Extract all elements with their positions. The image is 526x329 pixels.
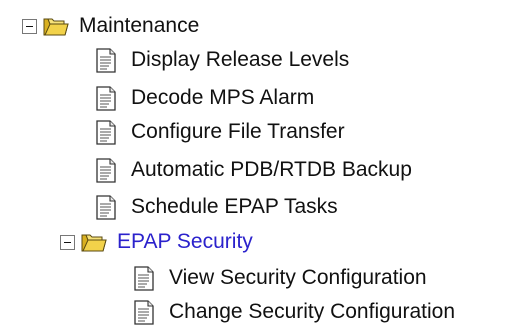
document-icon xyxy=(95,86,117,111)
tree-item-label: Schedule EPAP Tasks xyxy=(131,195,338,218)
tree-item-label: Display Release Levels xyxy=(131,48,350,71)
tree-node-label: Maintenance xyxy=(79,14,200,37)
tree-item-configure-file-transfer[interactable]: Configure File Transfer xyxy=(95,115,345,149)
tree-item-automatic-pdb-rtdb-backup[interactable]: Automatic PDB/RTDB Backup xyxy=(95,153,412,187)
document-icon xyxy=(95,158,117,183)
tree-item-schedule-epap-tasks[interactable]: Schedule EPAP Tasks xyxy=(95,190,338,224)
tree-item-decode-mps-alarm[interactable]: Decode MPS Alarm xyxy=(95,81,314,115)
tree-item-label: View Security Configuration xyxy=(169,266,427,289)
tree-node-maintenance[interactable]: Maintenance xyxy=(22,9,199,43)
tree-item-display-release-levels[interactable]: Display Release Levels xyxy=(95,43,349,77)
tree-item-label: Decode MPS Alarm xyxy=(131,86,315,109)
document-icon xyxy=(95,195,117,220)
tree-item-label: Automatic PDB/RTDB Backup xyxy=(131,158,412,181)
document-icon xyxy=(133,300,155,325)
collapse-toggle-icon[interactable] xyxy=(22,18,37,34)
menu-tree: Maintenance Display Release Levels Decod… xyxy=(0,0,526,329)
tree-node-label[interactable]: EPAP Security xyxy=(117,230,253,254)
tree-item-view-security-configuration[interactable]: View Security Configuration xyxy=(133,261,427,295)
document-icon xyxy=(95,120,117,145)
open-folder-icon xyxy=(81,231,107,253)
tree-item-change-security-configuration[interactable]: Change Security Configuration xyxy=(133,295,455,329)
tree-node-epap-security[interactable]: EPAP Security xyxy=(60,225,253,259)
collapse-toggle-icon[interactable] xyxy=(60,234,75,250)
tree-item-label: Configure File Transfer xyxy=(131,120,345,143)
document-icon xyxy=(95,48,117,73)
open-folder-icon xyxy=(43,15,69,37)
document-icon xyxy=(133,266,155,291)
tree-item-label: Change Security Configuration xyxy=(169,300,456,323)
